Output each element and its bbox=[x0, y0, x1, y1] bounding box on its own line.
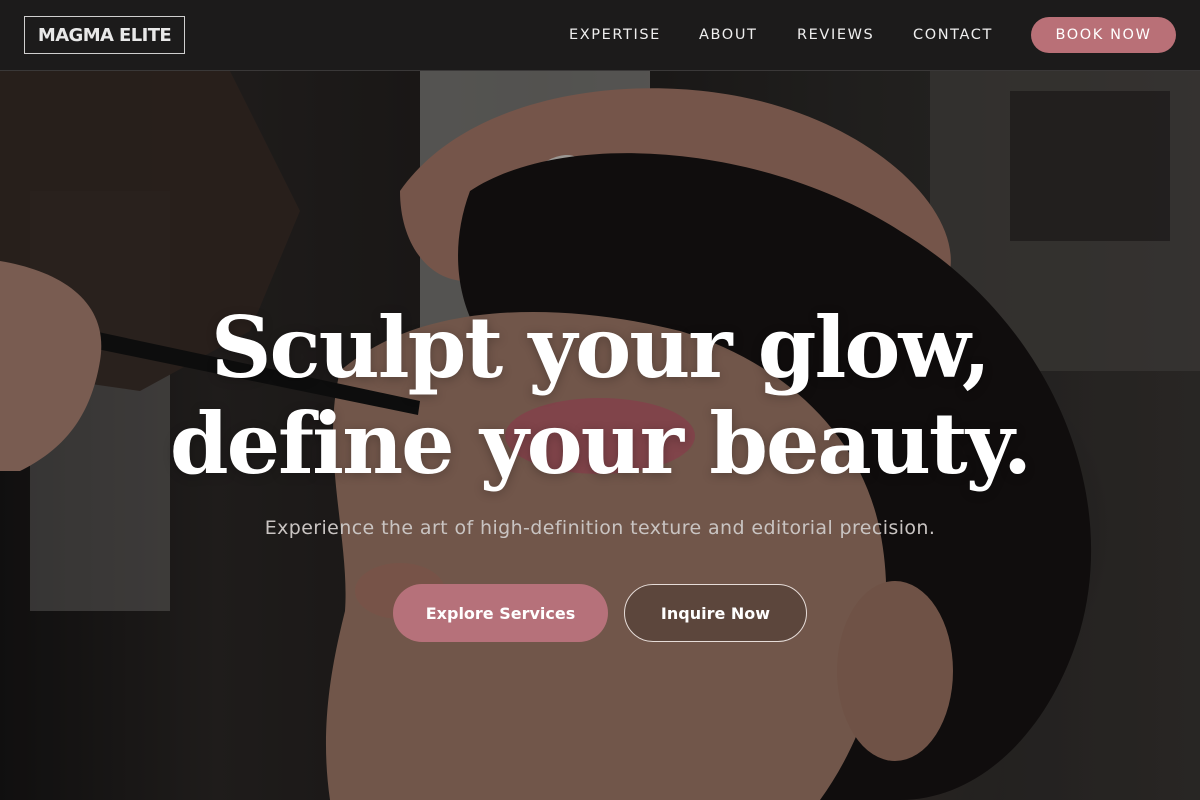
book-now-button[interactable]: BOOK NOW bbox=[1031, 17, 1176, 53]
hero-headline: Sculpt your glow, define your beauty. bbox=[0, 300, 1200, 492]
nav-link-expertise[interactable]: EXPERTISE bbox=[569, 26, 661, 44]
nav-link-about[interactable]: ABOUT bbox=[699, 26, 758, 44]
hero-headline-line-2: define your beauty. bbox=[169, 394, 1032, 493]
nav-link-contact[interactable]: CONTACT bbox=[913, 26, 993, 44]
landing-page: MAGMA ELITE EXPERTISE ABOUT REVIEWS CONT… bbox=[0, 0, 1200, 800]
hero-headline-line-1: Sculpt your glow, bbox=[210, 298, 991, 397]
nav-link-reviews[interactable]: REVIEWS bbox=[797, 26, 874, 44]
brand-logo[interactable]: MAGMA ELITE bbox=[24, 16, 185, 54]
inquire-now-button[interactable]: Inquire Now bbox=[624, 584, 807, 642]
hero-subtext: Experience the art of high-definition te… bbox=[264, 517, 936, 539]
explore-services-button[interactable]: Explore Services bbox=[393, 584, 608, 642]
top-navigation-bar: MAGMA ELITE EXPERTISE ABOUT REVIEWS CONT… bbox=[0, 0, 1200, 71]
